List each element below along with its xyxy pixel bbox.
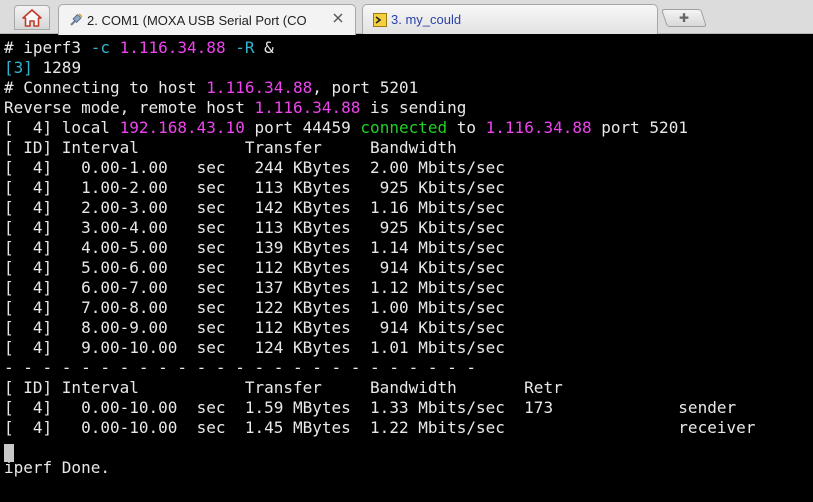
tab-com1[interactable]: 2. COM1 (MOXA USB Serial Port (CO — [58, 4, 356, 35]
new-tab-button[interactable]: ✚ — [661, 9, 707, 27]
home-icon — [22, 8, 42, 27]
terminal-text: [ 4] 5.00-6.00 sec 112 KBytes 914 Kbits/… — [4, 258, 505, 277]
terminal-text: 1.116.34.88 — [485, 118, 592, 137]
terminal-text: 192.168.43.10 — [119, 118, 245, 137]
terminal-line: - - - - - - - - - - - - - - - - - - - - … — [4, 358, 476, 378]
terminal-text: [ 4] 0.00-10.00 sec 1.45 MBytes 1.22 Mbi… — [4, 418, 756, 437]
tab-label: 2. COM1 (MOXA USB Serial Port (CO — [87, 12, 307, 28]
terminal-line: [ 4] 6.00-7.00 sec 137 KBytes 1.12 Mbits… — [4, 278, 505, 298]
terminal-line: [ 4] 4.00-5.00 sec 139 KBytes 1.14 Mbits… — [4, 238, 505, 258]
terminal-text: [ 4] 9.00-10.00 sec 124 KBytes 1.01 Mbit… — [4, 338, 505, 357]
terminal-line: # Connecting to host 1.116.34.88, port 5… — [4, 78, 418, 98]
terminal-text: iperf Done. — [4, 458, 110, 477]
terminal-text: is sending — [360, 98, 467, 117]
terminal-text: connected — [360, 118, 448, 137]
terminal-line: [ 4] 1.00-2.00 sec 113 KBytes 925 Kbits/… — [4, 178, 505, 198]
terminal-text: [ 4] 1.00-2.00 sec 113 KBytes 925 Kbits/… — [4, 178, 505, 197]
terminal-text: -R — [235, 38, 255, 57]
terminal-line: [ 4] 0.00-10.00 sec 1.45 MBytes 1.22 Mbi… — [4, 418, 755, 438]
terminal-text: [ 4] 2.00-3.00 sec 142 KBytes 1.16 Mbits… — [4, 198, 505, 217]
terminal-text: port 5201 — [591, 118, 688, 137]
terminal-text: to — [447, 118, 486, 137]
terminal-text: port 44459 — [244, 118, 361, 137]
terminal-text: # iperf3 — [4, 38, 91, 57]
terminal-text: 1.116.34.88 — [254, 98, 361, 117]
terminal-text: Reverse mode, remote host — [4, 98, 255, 117]
terminal-text: - - - - - - - - - - - - - - - - - - - - … — [4, 358, 477, 377]
ssh-terminal-icon — [373, 12, 387, 27]
terminal-line: [ ID] Interval Transfer Bandwidth — [4, 138, 457, 158]
terminal-text: [ 4] 4.00-5.00 sec 139 KBytes 1.14 Mbits… — [4, 238, 505, 257]
terminal-text: [ 4] 7.00-8.00 sec 122 KBytes 1.00 Mbits… — [4, 298, 505, 317]
terminal-line: [ 4] 0.00-10.00 sec 1.59 MBytes 1.33 Mbi… — [4, 398, 736, 418]
terminal-line: [ 4] 5.00-6.00 sec 112 KBytes 914 Kbits/… — [4, 258, 505, 278]
terminal-line: [ 4] 7.00-8.00 sec 122 KBytes 1.00 Mbits… — [4, 298, 505, 318]
tab-my-could[interactable]: 3. my_could — [362, 4, 658, 34]
terminal-line: # iperf3 -c 1.116.34.88 -R & — [4, 38, 274, 58]
terminal-text: 1.116.34.88 — [119, 38, 226, 57]
plus-icon: ✚ — [678, 11, 690, 25]
terminal-text: [ 4] 6.00-7.00 sec 137 KBytes 1.12 Mbits… — [4, 278, 505, 297]
terminal-line: [ 4] 0.00-1.00 sec 244 KBytes 2.00 Mbits… — [4, 158, 505, 178]
terminal-text: , port 5201 — [312, 78, 419, 97]
terminal-text: # Connecting to host — [4, 78, 207, 97]
terminal-text: [ 4] 3.00-4.00 sec 113 KBytes 925 Kbits/… — [4, 218, 505, 237]
terminal-line: iperf Done. — [4, 458, 110, 478]
home-button[interactable] — [14, 5, 50, 30]
serial-plug-icon — [70, 13, 83, 26]
terminal-line: [ 4] local 192.168.43.10 port 44459 conn… — [4, 118, 688, 138]
tab-label: 3. my_could — [391, 12, 462, 27]
terminal-line: [ 4] 2.00-3.00 sec 142 KBytes 1.16 Mbits… — [4, 198, 505, 218]
terminal-line: [ ID] Interval Transfer Bandwidth Retr — [4, 378, 563, 398]
terminal-text: [ ID] Interval Transfer Bandwidth — [4, 138, 457, 157]
terminal-line: [ 4] 9.00-10.00 sec 124 KBytes 1.01 Mbit… — [4, 338, 505, 358]
terminal-line: Reverse mode, remote host 1.116.34.88 is… — [4, 98, 466, 118]
terminal-text: [ 4] 8.00-9.00 sec 112 KBytes 914 Kbits/… — [4, 318, 505, 337]
terminal-text: [ 4] 0.00-10.00 sec 1.59 MBytes 1.33 Mbi… — [4, 398, 737, 417]
terminal-line: [ 4] 8.00-9.00 sec 112 KBytes 914 Kbits/… — [4, 318, 505, 338]
terminal-text: [ ID] Interval Transfer Bandwidth Retr — [4, 378, 563, 397]
terminal-text: 1.116.34.88 — [206, 78, 313, 97]
close-icon[interactable] — [331, 11, 345, 25]
terminal-text: [ 4] 0.00-1.00 sec 244 KBytes 2.00 Mbits… — [4, 158, 505, 177]
terminal-text: & — [254, 38, 274, 57]
terminal-line: [ 4] 3.00-4.00 sec 113 KBytes 925 Kbits/… — [4, 218, 505, 238]
terminal-line: [3] 1289 — [4, 58, 81, 78]
terminal-text: 1289 — [32, 58, 82, 77]
terminal-text: [3] — [4, 58, 33, 77]
terminal-text: -c — [90, 38, 110, 57]
tab-bar: 2. COM1 (MOXA USB Serial Port (CO 3. my_… — [0, 0, 813, 35]
terminal-text: [ 4] local — [4, 118, 120, 137]
terminal-cursor — [4, 444, 14, 462]
terminal-output[interactable]: # iperf3 -c 1.116.34.88 -R & [3] 1289 # Co… — [0, 34, 813, 502]
